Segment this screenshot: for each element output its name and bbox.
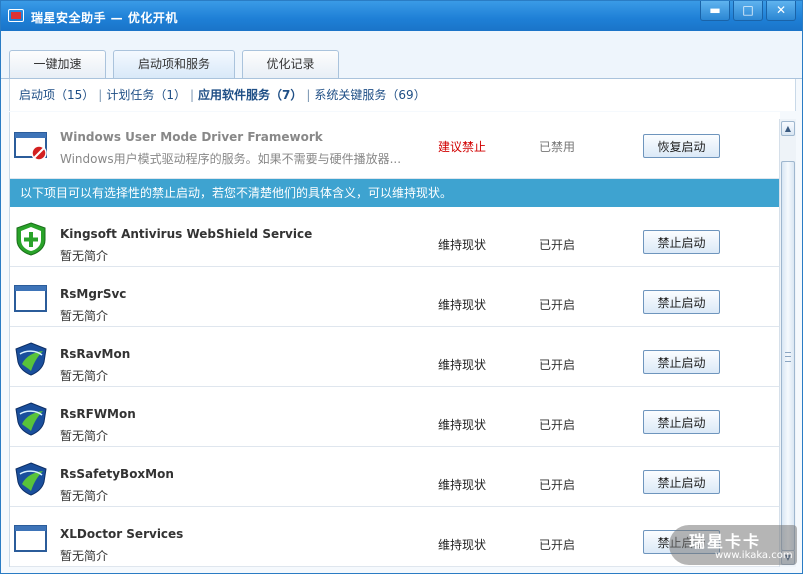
disable-startup-button[interactable]: 禁止启动: [643, 410, 720, 434]
window-icon: [14, 285, 47, 312]
green-shield-icon: [16, 222, 46, 256]
list-item: RsRavMon 暂无简介 维持现状 已开启 禁止启动: [10, 327, 780, 387]
list-item: RsRFWMon 暂无简介 维持现状 已开启 禁止启动: [10, 387, 780, 447]
item-advice: 维持现状: [438, 238, 487, 252]
filter-startup-items[interactable]: 启动项（15）: [19, 88, 94, 102]
vertical-scrollbar[interactable]: ▲ ▼: [779, 119, 796, 567]
window-icon: [14, 525, 47, 552]
scroll-thumb[interactable]: [781, 161, 795, 551]
item-description: 暂无简介: [60, 489, 109, 503]
watermark-logo: 瑞星卡卡: [689, 532, 762, 551]
item-advice: 维持现状: [438, 418, 487, 432]
filter-system-services[interactable]: 系统关键服务（69）: [314, 88, 425, 102]
item-description: 暂无简介: [60, 309, 109, 323]
watermark-url: www.ikaka.com: [715, 550, 793, 561]
list-item: XLDoctor Services 暂无简介 维持现状 已开启 禁止启动: [10, 507, 780, 567]
filter-separator: |: [98, 88, 103, 102]
disable-startup-button[interactable]: 禁止启动: [643, 230, 720, 254]
item-description: 暂无简介: [60, 549, 109, 563]
notice-banner: 以下项目可以有选择性的禁止启动，若您不清楚他们的具体含义，可以维持现状。: [10, 179, 780, 207]
disable-startup-button[interactable]: 禁止启动: [643, 350, 720, 374]
item-name: XLDoctor Services: [60, 527, 184, 541]
item-status: 已开启: [539, 478, 576, 492]
rising-shield-icon: [15, 402, 47, 436]
watermark: 瑞星卡卡 www.ikaka.com: [669, 525, 797, 565]
maximize-button[interactable]: □: [733, 1, 763, 21]
item-name: RsRFWMon: [60, 407, 136, 421]
filter-scheduled-tasks[interactable]: 计划任务（1）: [106, 88, 186, 102]
tab-one-click-speedup[interactable]: 一键加速: [9, 50, 106, 79]
item-advice: 维持现状: [438, 358, 487, 372]
filter-separator: |: [306, 88, 311, 102]
scroll-up-button[interactable]: ▲: [781, 121, 795, 136]
item-name: RsMgrSvc: [60, 287, 127, 301]
item-status: 已开启: [539, 358, 576, 372]
item-description: 暂无简介: [60, 429, 109, 443]
filter-separator: |: [189, 88, 195, 102]
list-item: RsSafetyBoxMon 暂无简介 维持现状 已开启 禁止启动: [10, 447, 780, 507]
item-status: 已开启: [539, 238, 576, 252]
filter-bar: 启动项（15） | 计划任务（1） | 应用软件服务（7） | 系统关键服务（69）: [9, 79, 796, 111]
item-description: 暂无简介: [60, 249, 109, 263]
app-logo-icon: [8, 9, 24, 22]
window-controls: ▬ □ ✕: [697, 1, 796, 21]
scroll-grip-icon: [785, 352, 791, 362]
item-name: RsSafetyBoxMon: [60, 467, 174, 481]
item-name: Kingsoft Antivirus WebShield Service: [60, 227, 313, 241]
service-list: Windows User Mode Driver Framework Windo…: [9, 112, 780, 567]
window-disabled-icon: [14, 132, 47, 161]
item-advice: 维持现状: [438, 478, 487, 492]
item-description: Windows用户模式驱动程序的服务。如果不需要与硬件播放器...: [60, 152, 402, 166]
tab-startup-and-services[interactable]: 启动项和服务: [113, 50, 235, 79]
window-title: 瑞星安全助手 — 优化开机: [31, 11, 178, 25]
item-status: 已开启: [539, 538, 576, 552]
item-name: Windows User Mode Driver Framework: [60, 130, 323, 144]
app-window: 瑞星安全助手 — 优化开机 ▬ □ ✕ 一键加速 启动项和服务 优化记录 启动项…: [0, 0, 803, 574]
close-button[interactable]: ✕: [766, 1, 796, 21]
minimize-button[interactable]: ▬: [700, 1, 730, 21]
tab-optimize-log[interactable]: 优化记录: [242, 50, 339, 79]
item-advice: 维持现状: [438, 538, 487, 552]
item-description: 暂无简介: [60, 369, 109, 383]
list-item: Windows User Mode Driver Framework Windo…: [10, 112, 780, 179]
item-status: 已开启: [539, 418, 576, 432]
item-advice: 维持现状: [438, 298, 487, 312]
item-status: 已开启: [539, 298, 576, 312]
list-item: RsMgrSvc 暂无简介 维持现状 已开启 禁止启动: [10, 267, 780, 327]
rising-shield-icon: [15, 342, 47, 376]
filter-app-services[interactable]: 应用软件服务（7）: [198, 88, 302, 102]
disable-startup-button[interactable]: 禁止启动: [643, 290, 720, 314]
item-status: 已禁用: [539, 140, 576, 154]
restore-startup-button[interactable]: 恢复启动: [643, 134, 720, 158]
rising-shield-icon: [15, 462, 47, 496]
list-item: Kingsoft Antivirus WebShield Service 暂无简…: [10, 207, 780, 267]
disable-startup-button[interactable]: 禁止启动: [643, 470, 720, 494]
tab-bar: 一键加速 启动项和服务 优化记录: [1, 31, 802, 79]
item-name: RsRavMon: [60, 347, 131, 361]
item-advice: 建议禁止: [438, 140, 487, 154]
title-bar[interactable]: 瑞星安全助手 — 优化开机 ▬ □ ✕: [1, 1, 802, 31]
